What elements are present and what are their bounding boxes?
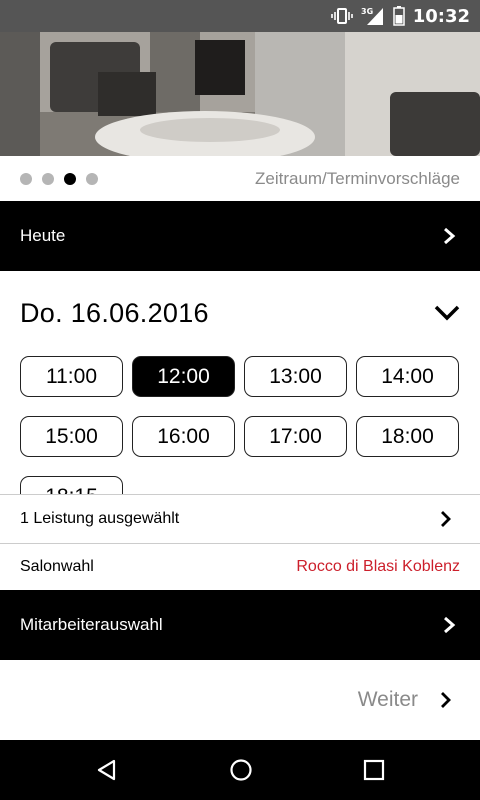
salon-hero-image[interactable]: [0, 32, 480, 156]
staff-row[interactable]: Mitarbeiterauswahl: [0, 590, 480, 660]
time-slot[interactable]: 13:00: [244, 356, 347, 397]
salon-row[interactable]: Salonwahl Rocco di Blasi Koblenz: [0, 544, 480, 590]
service-label: 1 Leistung ausgewählt: [20, 510, 180, 527]
chevron-right-icon: [441, 511, 451, 527]
date-label: Do. 16.06.2016: [20, 297, 209, 328]
time-slot[interactable]: 18:00: [356, 416, 459, 457]
status-bar: 3G 10:32: [0, 0, 480, 32]
today-label: Heute: [20, 226, 66, 245]
date-header[interactable]: Do. 16.06.2016: [20, 290, 460, 336]
system-nav-bar: [0, 740, 480, 800]
service-row[interactable]: 1 Leistung ausgewählt: [0, 494, 480, 544]
chevron-down-icon[interactable]: [434, 304, 460, 322]
time-slot[interactable]: 14:00: [356, 356, 459, 397]
page-dot-4[interactable]: [86, 172, 98, 185]
salon-value[interactable]: Rocco di Blasi Koblenz: [296, 558, 460, 576]
staff-label: Mitarbeiterauswahl: [20, 615, 163, 634]
section-title: Zeitraum/Terminvorschläge: [254, 168, 460, 188]
today-row[interactable]: Heute: [0, 201, 480, 271]
time-slot-list[interactable]: 11:00 12:00 13:00 14:00 15:00 16:00 17:0…: [20, 356, 460, 494]
svg-text:3G: 3G: [361, 7, 373, 16]
chevron-right-icon: [441, 692, 451, 708]
status-time: 10:32: [412, 5, 470, 27]
next-label: Weiter: [357, 688, 418, 711]
time-slot[interactable]: 17:00: [244, 416, 347, 457]
salon-label: Salonwahl: [20, 558, 94, 575]
page-dot-3[interactable]: [64, 172, 76, 185]
time-slot[interactable]: 16:00: [132, 416, 235, 457]
time-slot[interactable]: 15:00: [20, 416, 123, 457]
page-dot-1[interactable]: [20, 172, 32, 185]
home-icon[interactable]: [229, 758, 253, 782]
time-slot[interactable]: 18:15: [20, 476, 123, 494]
page-indicator[interactable]: [20, 172, 98, 185]
chevron-right-icon: [444, 616, 456, 634]
recent-apps-icon[interactable]: [363, 759, 385, 781]
next-button[interactable]: Weiter: [0, 672, 480, 728]
battery-icon: [392, 6, 405, 26]
chevron-right-icon: [444, 227, 456, 245]
vibrate-icon: [330, 7, 353, 25]
page-dot-2[interactable]: [42, 172, 54, 185]
time-slot-selected[interactable]: 12:00: [132, 356, 235, 397]
signal-icon: 3G: [361, 6, 385, 26]
time-slot[interactable]: 11:00: [20, 356, 123, 397]
pager-row: Zeitraum/Terminvorschläge: [0, 156, 480, 201]
back-icon[interactable]: [95, 758, 119, 782]
